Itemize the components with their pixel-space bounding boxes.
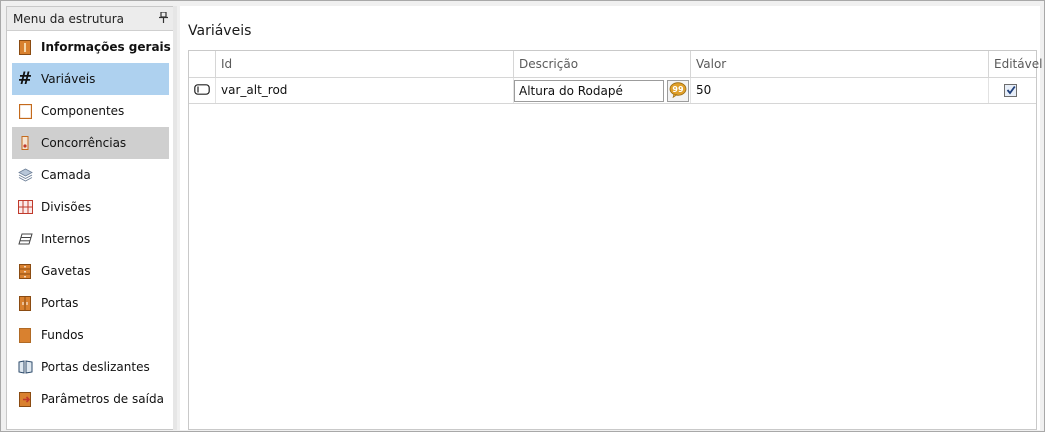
sidebar-item-label: Gavetas — [41, 264, 91, 278]
column-header-description[interactable]: Descrição — [513, 51, 690, 77]
column-header-id[interactable]: Id — [215, 51, 513, 77]
row-selector[interactable] — [189, 78, 215, 103]
sidebar-item-internos[interactable]: Internos — [7, 223, 174, 255]
cell-value[interactable]: 50 — [690, 78, 988, 103]
sidebar-item-label: Concorrências — [41, 136, 127, 150]
output-params-icon — [17, 391, 33, 407]
general-info-icon — [17, 39, 33, 55]
sidebar-item-label: Componentes — [41, 104, 125, 118]
sidebar-item-informacoes-gerais[interactable]: Informações gerais — [7, 31, 174, 63]
component-icon — [17, 103, 33, 119]
sidebar-item-divisoes[interactable]: Divisões — [7, 191, 174, 223]
sidebar-item-gavetas[interactable]: Gavetas — [7, 255, 174, 287]
sidebar-item-label: Divisões — [41, 200, 92, 214]
sidebar-item-portas-deslizantes[interactable]: Portas deslizantes — [7, 351, 174, 383]
concurrency-icon — [17, 135, 33, 151]
sidebar-item-label: Internos — [41, 232, 91, 246]
description-field[interactable]: Altura do Rodapé — [514, 80, 664, 102]
sidebar-item-fundos[interactable]: Fundos — [7, 319, 174, 351]
column-header-value[interactable]: Valor — [690, 51, 988, 77]
structure-menu-header: Menu da estrutura — [7, 7, 174, 31]
sidebar-item-camada[interactable]: Camada — [7, 159, 174, 191]
sidebar-item-label: Informações gerais — [41, 40, 171, 54]
sidebar-item-label: Parâmetros de saída — [41, 392, 164, 406]
backs-icon — [17, 327, 33, 343]
structure-menu-panel: Menu da estrutura Informações gerais # V… — [6, 6, 175, 430]
row-edit-icon — [194, 83, 210, 98]
structure-menu-title: Menu da estrutura — [13, 11, 125, 26]
sliding-doors-icon — [17, 359, 33, 375]
sidebar-item-label: Portas deslizantes — [41, 360, 150, 374]
sidebar-splitter[interactable] — [173, 6, 177, 430]
page-title: Variáveis — [188, 23, 252, 39]
divisions-icon — [17, 199, 33, 215]
sidebar-item-label: Variáveis — [41, 72, 96, 86]
table-row[interactable]: var_alt_rod Altura do Rodapé 99 50 — [189, 78, 1036, 104]
sidebar-item-variaveis[interactable]: # Variáveis — [12, 63, 169, 95]
doors-icon — [17, 295, 33, 311]
column-header-editable[interactable]: Editável — [988, 51, 1042, 77]
grid-header: Id Descrição Valor Editável — [189, 51, 1042, 78]
sidebar-item-concorrencias[interactable]: Concorrências — [12, 127, 169, 159]
variables-grid: Id Descrição Valor Editável var_alt_rod … — [188, 50, 1042, 430]
drawers-icon — [17, 263, 33, 279]
sidebar-item-label: Camada — [41, 168, 91, 182]
svg-text:99: 99 — [672, 85, 684, 94]
internals-icon — [17, 231, 33, 247]
checkmark-icon — [1006, 84, 1016, 98]
hash-icon: # — [17, 69, 33, 89]
variables-panel: Variáveis Id Descrição Valor Editável va… — [180, 6, 1042, 430]
pin-icon[interactable] — [159, 10, 168, 26]
translate-button[interactable]: 99 — [667, 80, 689, 102]
structure-menu-list: Informações gerais # Variáveis Component… — [7, 31, 174, 415]
cell-id[interactable]: var_alt_rod — [215, 78, 513, 103]
sidebar-item-label: Fundos — [41, 328, 84, 342]
sidebar-item-parametros-de-saida[interactable]: Parâmetros de saída — [7, 383, 174, 415]
layer-icon — [17, 167, 33, 183]
sidebar-item-portas[interactable]: Portas — [7, 287, 174, 319]
sidebar-item-label: Portas — [41, 296, 79, 310]
sidebar-item-componentes[interactable]: Componentes — [7, 95, 174, 127]
editable-checkbox[interactable] — [1004, 84, 1017, 97]
speech-bubble-icon: 99 — [669, 81, 687, 101]
